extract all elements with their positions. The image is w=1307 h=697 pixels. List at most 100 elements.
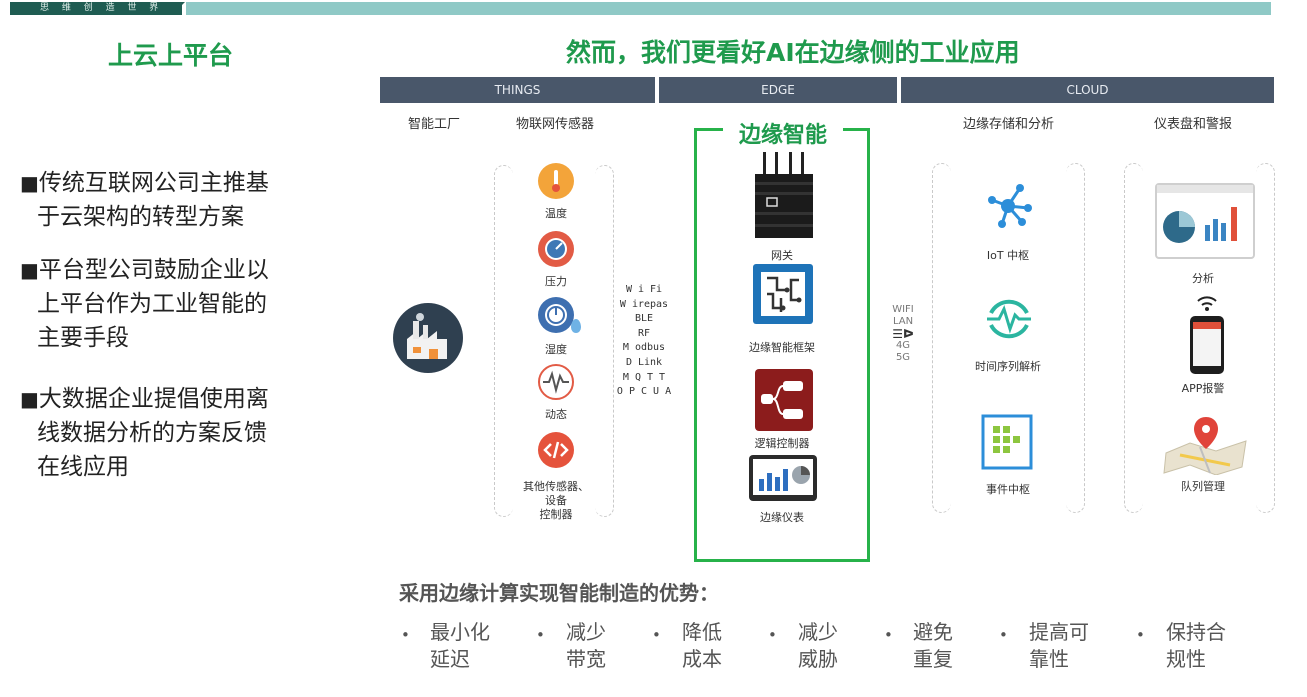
bullet-3-line1: 大数据企业提倡使用离 bbox=[38, 386, 269, 412]
edge-item-label: 边缘仪表 bbox=[760, 511, 804, 524]
cloud-bracket-right bbox=[1066, 163, 1085, 513]
cloud-item-label: 事件中枢 bbox=[986, 483, 1030, 496]
advantage-line2: 重复 bbox=[913, 647, 953, 671]
dashboard-bracket-right bbox=[1256, 163, 1275, 513]
iot-hub-icon bbox=[980, 178, 1036, 234]
advantage-line1: 减少 bbox=[798, 620, 838, 644]
advantage-item: 减少 威胁 bbox=[798, 619, 888, 673]
bullet-dot-icon: • bbox=[884, 626, 893, 644]
bullet-2-line2: 上平台作为工业智能的 bbox=[37, 291, 267, 317]
phone-icon bbox=[1190, 316, 1224, 374]
protocol-item: W i Fi bbox=[625, 284, 663, 295]
banner-teal-bar bbox=[186, 2, 1271, 15]
dashboard-item-label: APP报警 bbox=[1181, 382, 1225, 395]
edge-item-label: 网关 bbox=[771, 249, 793, 262]
subheader-dashboard: 仪表盘和警报 bbox=[1154, 117, 1233, 132]
cloud-item-label: 时间序列解析 bbox=[975, 360, 1041, 373]
subheader-storage: 边缘存储和分析 bbox=[963, 117, 1055, 132]
advantage-line1: 提高可 bbox=[1029, 620, 1089, 644]
bullet-2-line1: 平台型公司鼓励企业以 bbox=[38, 257, 269, 283]
bullet-1-line2: 于云架构的转型方案 bbox=[37, 204, 244, 230]
advantage-line2: 延迟 bbox=[430, 647, 470, 671]
event-hub-icon bbox=[979, 412, 1035, 472]
node-flow-icon bbox=[755, 369, 813, 431]
advantage-line2: 靠性 bbox=[1029, 647, 1069, 671]
gateway-icon bbox=[753, 152, 815, 238]
advantage-line2: 规性 bbox=[1166, 647, 1206, 671]
phone-screen bbox=[1193, 322, 1221, 366]
network-signal-icon: ☰ᐅ bbox=[892, 327, 914, 341]
advantage-line1: 减少 bbox=[566, 620, 606, 644]
dashboard-item-label: 队列管理 bbox=[1181, 480, 1225, 493]
protocol-item: BLE bbox=[634, 313, 654, 325]
advantage-line2: 带宽 bbox=[566, 647, 606, 671]
advantage-item: 避免 重复 bbox=[913, 619, 1003, 673]
bullet-2: ■平台型公司鼓励企业以 上平台作为工业智能的 主要手段 bbox=[20, 253, 325, 355]
sensor-label: 压力 bbox=[545, 275, 567, 288]
sensor-other-line3: 控制器 bbox=[539, 508, 573, 521]
network-item: 4G bbox=[895, 340, 911, 351]
sensor-label: 温度 bbox=[545, 207, 567, 220]
square-bullet-icon: ■ bbox=[20, 171, 39, 195]
advantage-item: 保持合 规性 bbox=[1166, 619, 1256, 673]
time-series-icon bbox=[983, 293, 1035, 345]
network-item: WIFI bbox=[892, 304, 914, 315]
dashboard-item-label: 分析 bbox=[1192, 272, 1214, 285]
advantage-line2: 威胁 bbox=[798, 647, 838, 671]
protocol-item: M odbus bbox=[622, 342, 666, 354]
main-title: 然而，我们更看好AI在边缘侧的工业应用 bbox=[566, 38, 1020, 67]
protocol-item: D Link bbox=[625, 356, 663, 368]
advantage-line1: 避免 bbox=[913, 620, 953, 644]
protocol-item: M Q T T bbox=[622, 371, 666, 383]
advantage-item: 降低 成本 bbox=[682, 619, 772, 673]
advantage-line1: 最小化 bbox=[430, 620, 490, 644]
vibration-icon bbox=[538, 364, 574, 400]
protocol-item: W irepas bbox=[619, 298, 669, 310]
edge-title: 边缘智能 bbox=[723, 117, 843, 149]
circuit-icon bbox=[753, 264, 813, 324]
bullet-dot-icon: • bbox=[999, 626, 1008, 644]
advantage-line1: 降低 bbox=[682, 620, 722, 644]
cloud-bracket-left bbox=[932, 163, 951, 513]
bullet-dot-icon: • bbox=[536, 626, 545, 644]
bullet-dot-icon: • bbox=[401, 626, 410, 644]
edge-item-label: 边缘智能框架 bbox=[749, 341, 815, 354]
sensor-other-line2: 设备 bbox=[545, 494, 567, 507]
bullet-1: ■传统互联网公司主推基 于云架构的转型方案 bbox=[20, 166, 325, 234]
subheader-factory: 智能工厂 bbox=[408, 117, 461, 132]
subheader-sensors: 物联网传感器 bbox=[516, 117, 595, 132]
protocol-item: O P C U A bbox=[616, 386, 672, 398]
phone-alert-bar bbox=[1193, 322, 1221, 329]
temperature-icon bbox=[538, 163, 574, 199]
square-bullet-icon: ■ bbox=[20, 387, 39, 411]
factory-icon bbox=[393, 303, 463, 373]
section-edge: EDGE bbox=[659, 77, 897, 103]
network-list: WIFI LAN ☰ᐅ 4G 5G bbox=[883, 304, 923, 364]
dashboard-bracket-left bbox=[1124, 163, 1143, 513]
section-cloud: CLOUD bbox=[901, 77, 1274, 103]
bullet-3-line3: 在线应用 bbox=[37, 454, 129, 480]
sensor-label: 动态 bbox=[545, 408, 567, 421]
bullet-dot-icon: • bbox=[768, 626, 777, 644]
wifi-icon bbox=[1196, 294, 1218, 312]
bullet-1-line1: 传统互联网公司主推基 bbox=[38, 170, 269, 196]
advantages-title: 采用边缘计算实现智能制造的优势： bbox=[399, 581, 719, 605]
bullet-2-line3: 主要手段 bbox=[37, 325, 129, 351]
sensor-other-line1: 其他传感器、 bbox=[523, 480, 589, 493]
pressure-gauge-icon bbox=[538, 231, 574, 267]
code-icon bbox=[538, 432, 574, 468]
network-item: 5G bbox=[895, 352, 911, 363]
bullet-dot-icon: • bbox=[1136, 626, 1145, 644]
sensor-other-label: 其他传感器、 设备 控制器 bbox=[506, 480, 606, 522]
advantage-item: 减少 带宽 bbox=[566, 619, 656, 673]
sensor-label: 湿度 bbox=[545, 343, 567, 356]
water-drop-icon bbox=[571, 319, 581, 333]
advantage-line1: 保持合 bbox=[1166, 620, 1226, 644]
bullet-dot-icon: • bbox=[652, 626, 661, 644]
humidity-icon bbox=[538, 297, 574, 333]
analytics-screen-icon bbox=[1155, 183, 1255, 259]
brand-slogan: 思 维 创 造 世 界 bbox=[40, 3, 164, 13]
banner-notch bbox=[172, 2, 185, 15]
section-things: THINGS bbox=[380, 77, 655, 103]
map-pin-icon bbox=[1160, 413, 1252, 476]
